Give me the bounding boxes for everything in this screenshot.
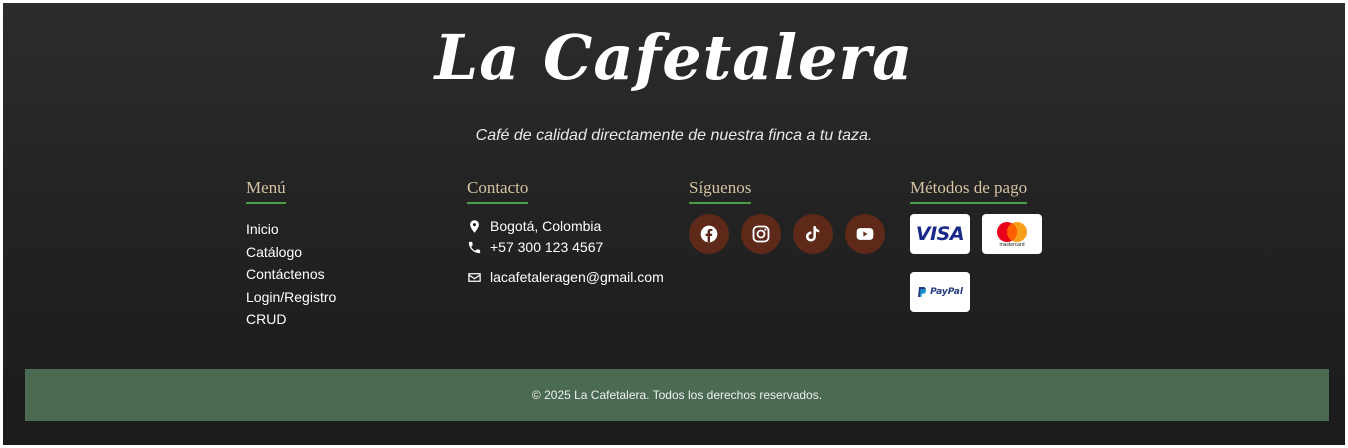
youtube-link[interactable] <box>845 214 885 254</box>
paypal-label: PayPal <box>930 287 963 297</box>
contact-heading: Contacto <box>467 178 529 204</box>
mastercard-card: mastercard <box>982 214 1042 254</box>
menu-item-label[interactable]: Inicio <box>246 221 279 237</box>
paypal-icon <box>918 287 927 297</box>
menu-item-inicio[interactable]: Inicio <box>246 218 336 241</box>
menu-item-label[interactable]: Catálogo <box>246 244 302 260</box>
menu-item-login[interactable]: Login/Registro <box>246 286 336 309</box>
payment-column: Métodos de pago VISA mastercard PayPal <box>910 178 1060 312</box>
tiktok-icon <box>805 226 820 242</box>
menu-heading: Menú <box>246 178 286 204</box>
menu-item-label[interactable]: Contáctenos <box>246 266 325 282</box>
mastercard-icon <box>997 221 1027 242</box>
brand-logo: La Cafetalera <box>434 21 914 94</box>
menu-item-catalogo[interactable]: Catálogo <box>246 241 336 264</box>
social-heading: Síguenos <box>689 178 752 204</box>
contact-location-text: Bogotá, Colombia <box>490 218 602 234</box>
menu-list: Inicio Catálogo Contáctenos Login/Regist… <box>246 218 336 331</box>
instagram-link[interactable] <box>741 214 781 254</box>
tiktok-link[interactable] <box>793 214 833 254</box>
payment-heading: Métodos de pago <box>910 178 1028 204</box>
phone-icon <box>468 241 481 253</box>
payment-methods: VISA mastercard PayPal <box>910 214 1060 312</box>
contact-phone: +57 300 123 4567 <box>467 239 664 255</box>
paypal-card: PayPal <box>910 272 970 312</box>
contact-email[interactable]: lacafetaleragen@gmail.com <box>467 269 664 285</box>
menu-item-contactenos[interactable]: Contáctenos <box>246 263 336 286</box>
contact-column: Contacto Bogotá, Colombia +57 300 123 45… <box>467 178 664 285</box>
instagram-icon <box>752 225 770 243</box>
envelope-icon <box>468 272 481 282</box>
contact-phone-text: +57 300 123 4567 <box>490 239 604 255</box>
map-pin-icon <box>470 219 479 233</box>
copyright-text: © 2025 La Cafetalera. Todos los derechos… <box>531 388 823 402</box>
visa-logo: VISA <box>915 223 965 245</box>
menu-item-label[interactable]: Login/Registro <box>246 289 336 305</box>
social-column: Síguenos <box>689 178 885 254</box>
menu-item-crud[interactable]: CRUD <box>246 308 336 331</box>
brand-tagline: Café de calidad directamente de nuestra … <box>475 127 873 144</box>
facebook-icon <box>700 225 718 243</box>
mastercard-label: mastercard <box>999 241 1025 248</box>
paypal-logo: PayPal <box>917 286 963 298</box>
youtube-icon <box>856 228 874 240</box>
menu-column: Menú Inicio Catálogo Contáctenos Login/R… <box>246 178 336 331</box>
menu-item-label[interactable]: CRUD <box>246 311 286 327</box>
copyright-bar: © 2025 La Cafetalera. Todos los derechos… <box>25 369 1329 421</box>
mastercard-logo: mastercard <box>995 221 1029 248</box>
facebook-link[interactable] <box>689 214 729 254</box>
contact-email-text[interactable]: lacafetaleragen@gmail.com <box>490 269 664 285</box>
social-links <box>689 214 885 254</box>
visa-card: VISA <box>910 214 970 254</box>
contact-location: Bogotá, Colombia <box>467 218 664 234</box>
site-footer: La Cafetalera Café de calidad directamen… <box>3 3 1345 445</box>
